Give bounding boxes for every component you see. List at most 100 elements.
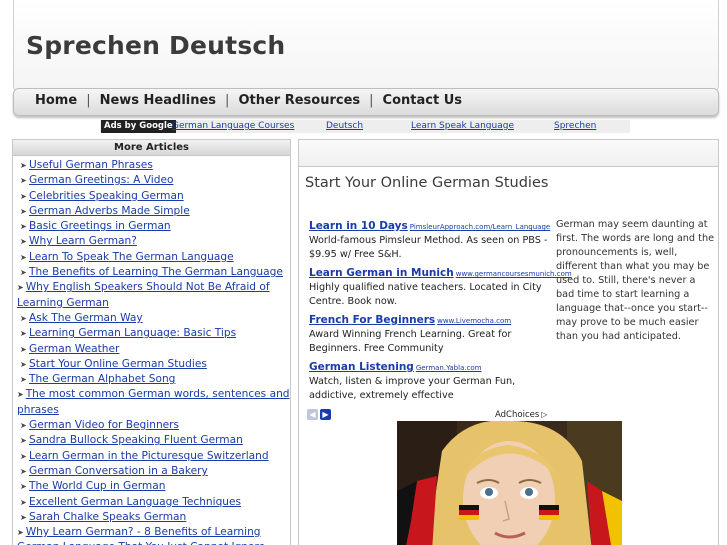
text-ad: Learn in 10 Days PimsleurApproach.com/Lea… xyxy=(309,220,550,262)
chevron-right-icon: ➤ xyxy=(20,191,27,201)
chevron-left-icon[interactable]: ◀ xyxy=(307,409,318,420)
chevron-right-icon: ➤ xyxy=(20,359,27,369)
ad-title-link[interactable]: Learn German in Munich xyxy=(309,267,454,279)
chevron-right-icon: ➤ xyxy=(20,375,27,385)
site-title[interactable]: Sprechen Deutsch xyxy=(26,31,285,60)
article-intro: German may seem daunting at first. The w… xyxy=(556,219,715,342)
article-photo xyxy=(397,421,622,545)
text-ad: Learn German in Munich www.germancoursesm… xyxy=(309,267,572,309)
article-list-item: ➤ Why English Speakers Should Not Be Afra… xyxy=(17,280,290,311)
article-link[interactable]: Learn To Speak The German Language xyxy=(29,251,234,263)
ad-url-link[interactable]: PimsleurApproach.com/Learn_Language xyxy=(410,223,550,231)
nav-separator: | xyxy=(86,93,91,108)
ad-title-link[interactable]: German Listening xyxy=(309,361,414,373)
article-list-item: ➤ German Adverbs Made Simple xyxy=(17,204,290,219)
nav-separator: | xyxy=(225,93,230,108)
article-list-item: ➤ Learn German in the Picturesque Switzer… xyxy=(17,449,290,464)
article-link[interactable]: The Benefits of Learning The German Lang… xyxy=(29,266,283,278)
article-list-item: ➤ Celebrities Speaking German xyxy=(17,189,290,204)
article-list-item: ➤ The Benefits of Learning The German Lan… xyxy=(17,265,290,280)
article-list-item: ➤ Useful German Phrases xyxy=(17,158,290,173)
article-link[interactable]: German Greetings: A Video xyxy=(29,174,173,186)
ad-title-link[interactable]: French For Beginners xyxy=(309,314,435,326)
chevron-right-icon: ➤ xyxy=(20,268,27,278)
ad-description: Award Winning French Learning. Great for… xyxy=(309,329,512,354)
article-link[interactable]: Sandra Bullock Speaking Fluent German xyxy=(29,434,243,446)
article-list-item: ➤ Sarah Chalke Speaks German xyxy=(17,510,290,525)
article-list-item: ➤ The World Cup in German xyxy=(17,479,290,494)
article-link[interactable]: Why Learn German? - 8 Benefits of Learni… xyxy=(17,526,265,545)
article-link[interactable]: German Adverbs Made Simple xyxy=(29,205,190,217)
ad-description: Highly qualified native teachers. Locate… xyxy=(309,282,542,307)
nav-contact-us[interactable]: Contact Us xyxy=(383,93,462,108)
nav-news-headlines[interactable]: News Headlines xyxy=(100,93,216,108)
nav-separator: | xyxy=(369,93,374,108)
article-link[interactable]: Learn German in the Picturesque Switzerl… xyxy=(29,450,269,462)
article-link[interactable]: Excellent German Language Techniques xyxy=(29,496,241,508)
article-link[interactable]: German Conversation in a Bakery xyxy=(29,465,208,477)
article-list-item: ➤ Why Learn German? xyxy=(17,234,290,249)
chevron-right-icon: ➤ xyxy=(20,252,27,262)
chevron-right-icon: ➤ xyxy=(20,313,27,323)
ads-by-google-label[interactable]: Ads by Google xyxy=(101,120,176,133)
article-list-item: ➤ Why Learn German? - 8 Benefits of Learn… xyxy=(17,525,290,545)
article-link[interactable]: The German Alphabet Song xyxy=(29,373,175,385)
chevron-right-icon: ➤ xyxy=(17,390,24,400)
chevron-right-icon[interactable]: ▶ xyxy=(320,409,331,420)
nav-home[interactable]: Home xyxy=(35,93,77,108)
article-list-item: ➤ German Greetings: A Video xyxy=(17,173,290,188)
chevron-right-icon: ➤ xyxy=(20,421,27,431)
article-list-item: ➤ German Video for Beginners xyxy=(17,418,290,433)
article-link[interactable]: Celebrities Speaking German xyxy=(29,190,184,202)
article-title: Start Your Online German Studies xyxy=(305,175,549,191)
article-link[interactable]: Useful German Phrases xyxy=(29,159,153,171)
article-link[interactable]: Ask The German Way xyxy=(29,312,143,324)
chevron-right-icon: ➤ xyxy=(20,497,27,507)
article-link[interactable]: Basic Greetings in German xyxy=(29,220,171,232)
ad-link-sprechen[interactable]: Sprechen xyxy=(554,121,596,131)
chevron-right-icon: ➤ xyxy=(17,528,24,538)
chevron-right-icon: ➤ xyxy=(20,206,27,216)
article-list-item: ➤ Basic Greetings in German xyxy=(17,219,290,234)
article-list-item: ➤ Ask The German Way xyxy=(17,311,290,326)
adchoices-link[interactable]: AdChoices ▷ xyxy=(495,410,547,420)
article-list-item: ➤ Learn To Speak The German Language xyxy=(17,250,290,265)
ad-title-link[interactable]: Learn in 10 Days xyxy=(309,220,408,232)
article-list-item: ➤ The German Alphabet Song xyxy=(17,372,290,387)
article-link[interactable]: Why English Speakers Should Not Be Afrai… xyxy=(17,281,270,308)
nav-other-resources[interactable]: Other Resources xyxy=(238,93,360,108)
article-link[interactable]: The most common German words, sentences … xyxy=(17,388,290,415)
chevron-right-icon: ➤ xyxy=(20,482,27,492)
article-link[interactable]: German Video for Beginners xyxy=(29,419,179,431)
article-list-item: ➤ Sandra Bullock Speaking Fluent German xyxy=(17,433,290,448)
ad-link-deutsch[interactable]: Deutsch xyxy=(326,121,363,131)
content-top-bar xyxy=(298,139,719,167)
chevron-right-icon: ➤ xyxy=(20,344,27,354)
main-nav: Home | News Headlines | Other Resources | Cont… xyxy=(35,93,462,108)
more-articles-heading: More Articles xyxy=(13,140,290,156)
article-list-item: ➤ German Weather xyxy=(17,342,290,357)
chevron-right-icon: ➤ xyxy=(20,161,27,170)
ad-links-strip: Ads by Google German Language Courses De… xyxy=(100,120,630,133)
adchoices-label: AdChoices xyxy=(495,410,540,420)
article-list-item: ➤ German Conversation in a Bakery xyxy=(17,464,290,479)
ad-url-link[interactable]: www.germancoursesmunich.com xyxy=(456,270,572,278)
chevron-right-icon: ➤ xyxy=(20,451,27,461)
article-link[interactable]: German Weather xyxy=(29,343,119,355)
article-list: ➤ Useful German Phrases ➤ German Greetings… xyxy=(13,156,290,545)
article-link[interactable]: The World Cup in German xyxy=(29,480,165,492)
article-link[interactable]: Why Learn German? xyxy=(29,235,137,247)
ad-link-learn-speak-language[interactable]: Learn Speak Language xyxy=(411,121,514,131)
article-link[interactable]: Learning German Language: Basic Tips xyxy=(29,327,236,339)
chevron-right-icon: ➤ xyxy=(20,222,27,232)
article-list-item: ➤ The most common German words, sentences… xyxy=(17,387,290,418)
ad-description: World-famous Pimsleur Method. As seen on… xyxy=(309,235,548,260)
article-link[interactable]: Start Your Online German Studies xyxy=(29,358,207,370)
chevron-right-icon: ➤ xyxy=(20,176,27,186)
chevron-right-icon: ➤ xyxy=(20,237,27,247)
ad-url-link[interactable]: www.Livemocha.com xyxy=(437,317,511,325)
article-link[interactable]: Sarah Chalke Speaks German xyxy=(29,511,186,523)
ad-url-link[interactable]: German.Yabla.com xyxy=(416,364,482,372)
chevron-right-icon: ➤ xyxy=(20,512,27,522)
ad-link-german-language-courses[interactable]: German Language Courses xyxy=(172,121,294,131)
